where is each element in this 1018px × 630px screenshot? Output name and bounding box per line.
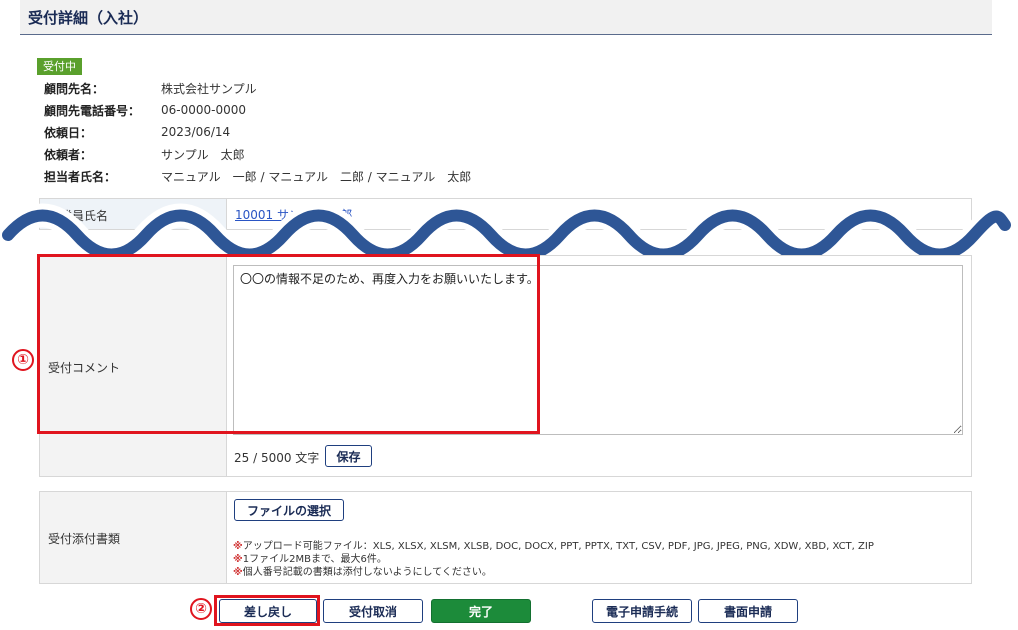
employee-label-cell: 従業員氏名: [40, 199, 227, 229]
comment-label: 受付コメント: [48, 361, 121, 375]
paper-application-button[interactable]: 書面申請: [698, 599, 798, 623]
info-label: 顧問先名：: [44, 81, 105, 96]
note-personal-number: ※個人番号記載の書類は添付しないようにしてください。: [233, 563, 492, 578]
info-value: 株式会社サンプル: [161, 81, 257, 96]
info-label: 担当者氏名：: [44, 169, 117, 184]
comment-char-counter: 25 / 5000 文字: [234, 451, 320, 465]
info-value: マニュアル 一郎 / マニュアル 二郎 / マニュアル 太郎: [161, 169, 472, 184]
employee-row: 従業員氏名 10001 サンプル 一郎: [39, 198, 972, 230]
file-select-button[interactable]: ファイルの選択: [234, 499, 344, 521]
attachments-label-cell: 受付添付書類: [40, 492, 227, 583]
info-row-requester: 依頼者： サンプル 太郎: [44, 143, 471, 165]
electronic-application-button[interactable]: 電子申請手続: [592, 599, 692, 623]
save-button[interactable]: 保存: [325, 445, 372, 467]
info-value: 06-0000-0000: [161, 103, 247, 117]
info-row-client-phone: 顧問先電話番号： 06-0000-0000: [44, 99, 471, 121]
cancel-reception-button[interactable]: 受付取消: [323, 599, 423, 623]
return-button[interactable]: 差し戻し: [219, 599, 317, 623]
note-text: 個人番号記載の書類は添付しないようにしてください。: [242, 567, 492, 578]
employee-label: 従業員氏名: [48, 209, 109, 223]
info-value: 2023/06/14: [161, 125, 231, 139]
annotation-marker-2: ②: [190, 598, 212, 620]
annotation-marker-1: ①: [12, 349, 34, 371]
client-info-list: 顧問先名： 株式会社サンプル 顧問先電話番号： 06-0000-0000 依頼日…: [44, 77, 471, 187]
complete-button[interactable]: 完了: [431, 599, 531, 623]
page-header: 受付詳細（入社）: [20, 0, 992, 35]
info-row-client-name: 顧問先名： 株式会社サンプル: [44, 77, 471, 99]
status-badge: 受付中: [37, 58, 82, 75]
page-title: 受付詳細（入社）: [28, 9, 149, 27]
employee-link[interactable]: 10001 サンプル 一郎: [235, 206, 352, 223]
info-value: サンプル 太郎: [161, 147, 245, 162]
note-mark: ※: [233, 567, 243, 578]
info-row-request-date: 依頼日： 2023/06/14: [44, 121, 471, 143]
info-label: 依頼日：: [44, 125, 93, 140]
comment-label-cell: 受付コメント: [40, 256, 227, 476]
info-row-staff: 担当者氏名： マニュアル 一郎 / マニュアル 二郎 / マニュアル 太郎: [44, 165, 471, 187]
comment-textarea[interactable]: [233, 265, 963, 435]
info-label: 顧問先電話番号：: [44, 103, 141, 118]
attachments-label: 受付添付書類: [48, 532, 121, 546]
info-label: 依頼者：: [44, 147, 93, 162]
